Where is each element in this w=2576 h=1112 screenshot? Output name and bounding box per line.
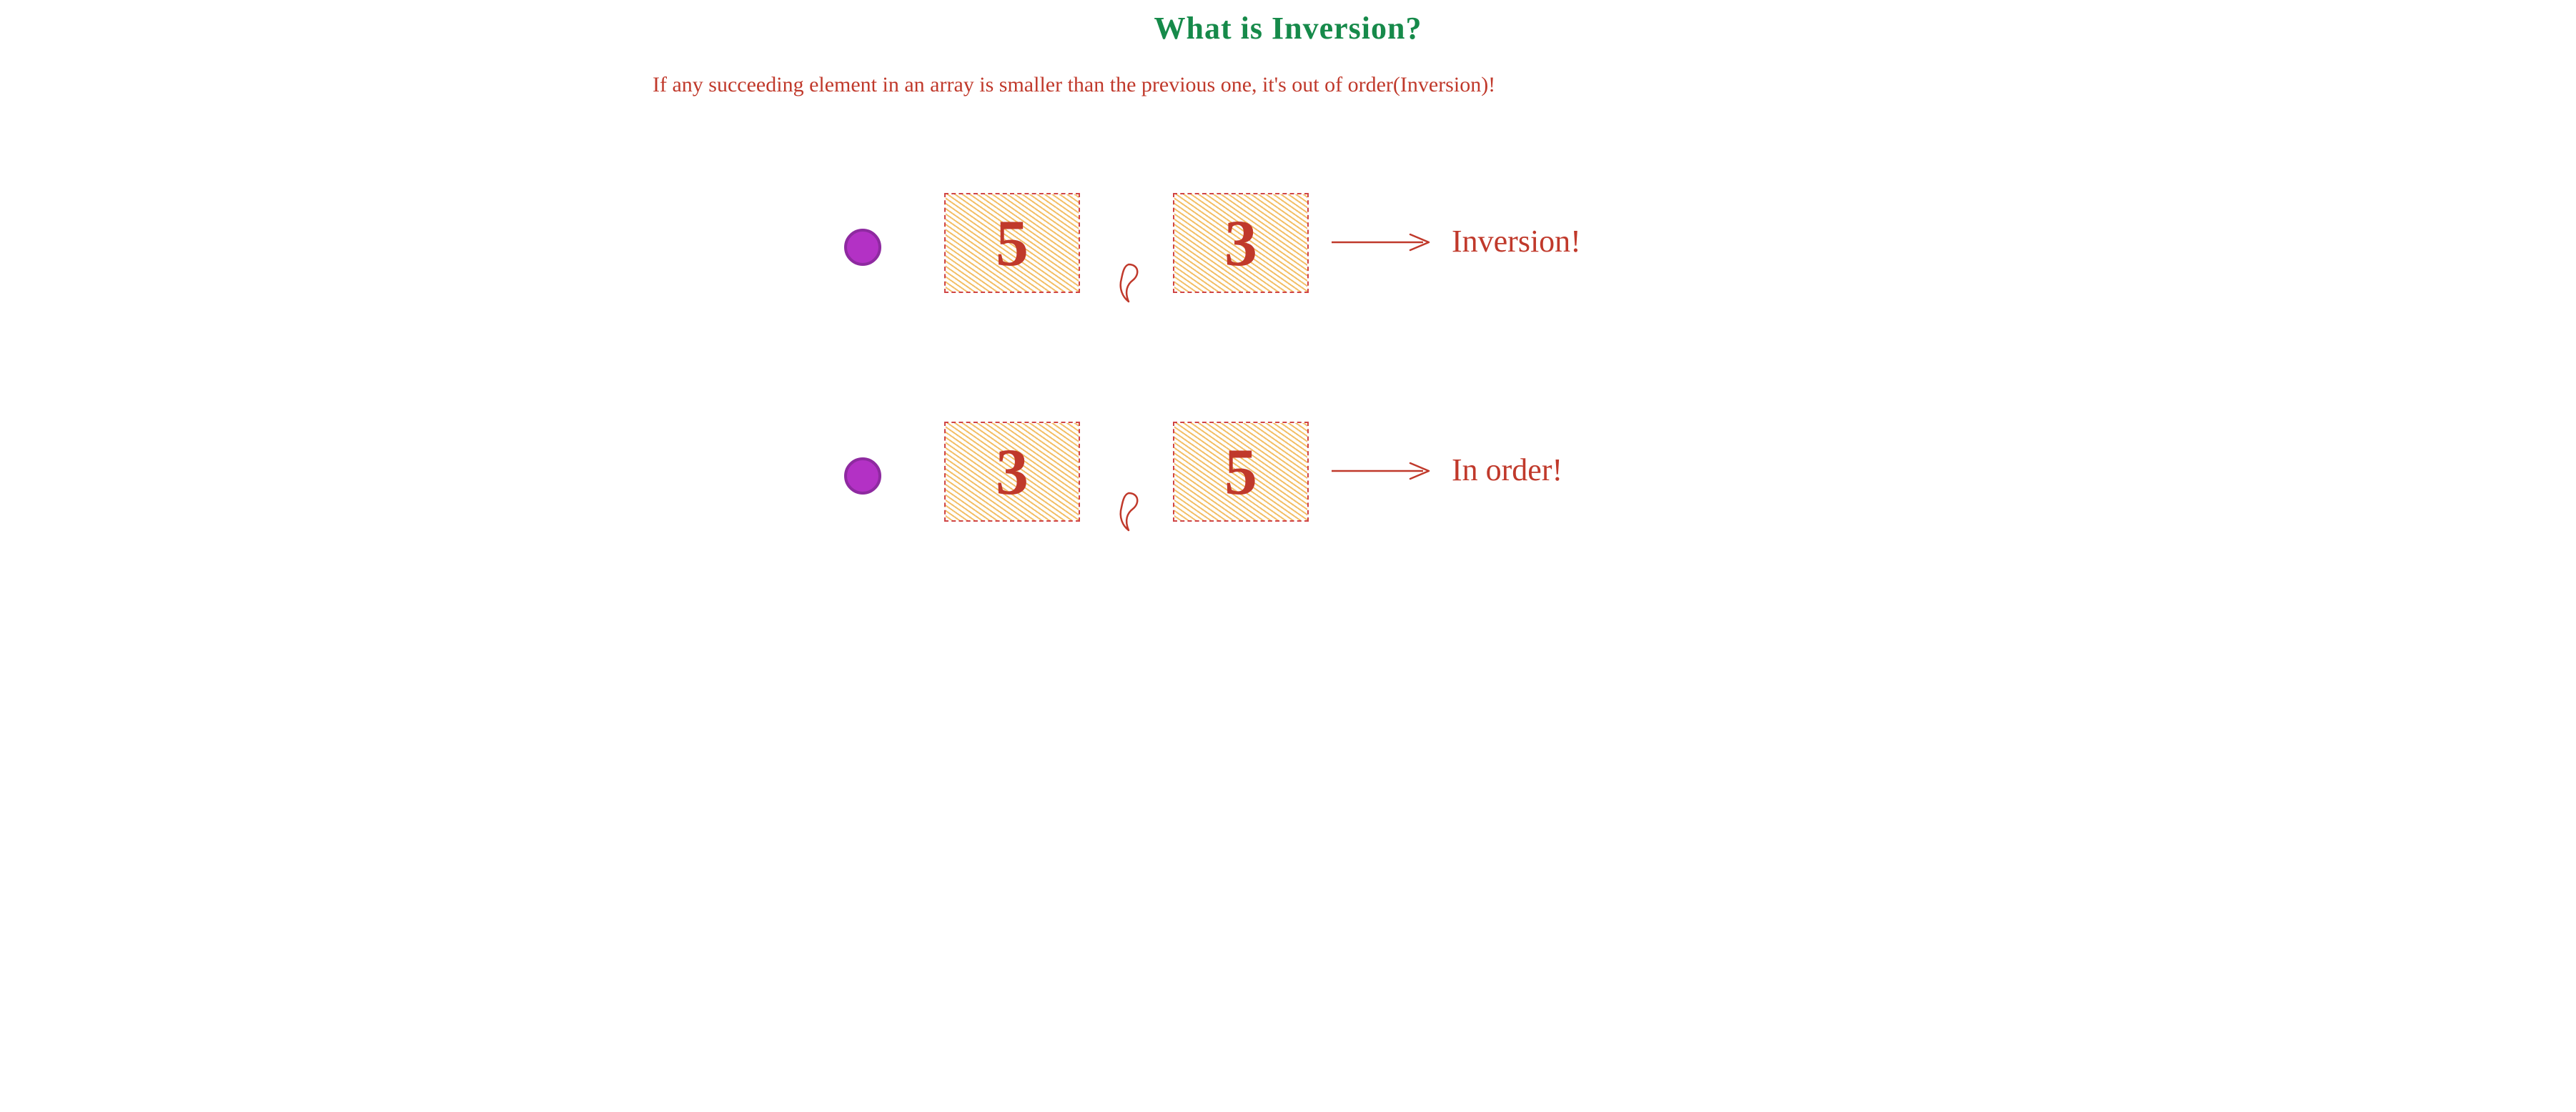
result-label: Inversion! bbox=[1452, 223, 1581, 259]
example-row: 3 5 In order! bbox=[644, 414, 1932, 543]
number-box: 5 bbox=[1173, 422, 1309, 522]
comma-icon bbox=[1109, 257, 1151, 314]
number-value: 5 bbox=[946, 194, 1079, 292]
arrow-right-icon bbox=[1330, 460, 1437, 482]
number-value: 5 bbox=[1174, 423, 1307, 520]
diagram-canvas: What is Inversion? If any succeeding ele… bbox=[644, 0, 1932, 556]
comma-icon bbox=[1109, 486, 1151, 543]
number-box: 3 bbox=[1173, 193, 1309, 293]
diagram-title: What is Inversion? bbox=[644, 10, 1932, 46]
bullet-icon bbox=[844, 457, 881, 495]
number-value: 3 bbox=[1174, 194, 1307, 292]
result-label: In order! bbox=[1452, 452, 1562, 488]
diagram-subtitle: If any succeeding element in an array is… bbox=[653, 73, 1923, 97]
number-box: 3 bbox=[944, 422, 1080, 522]
bullet-icon bbox=[844, 229, 881, 266]
example-row: 5 3 Inversion! bbox=[644, 186, 1932, 314]
arrow-right-icon bbox=[1330, 232, 1437, 253]
number-box: 5 bbox=[944, 193, 1080, 293]
number-value: 3 bbox=[946, 423, 1079, 520]
